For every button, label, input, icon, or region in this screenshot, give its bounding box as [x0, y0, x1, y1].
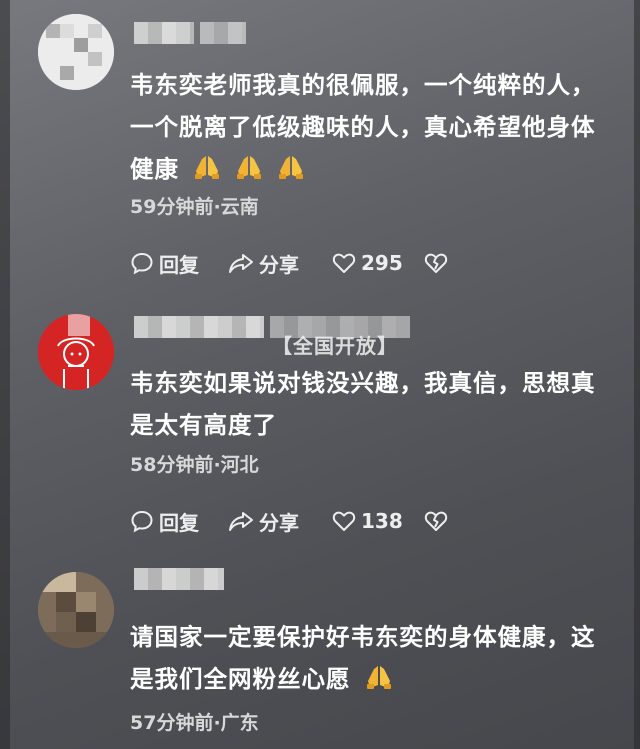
comment-3-meta: 57分钟前·广东 [130, 712, 259, 734]
comment-item-3: 请国家一定要保护好韦东奕的身体健康，这 是我们全网粉丝心愿 57分钟前·广东 [0, 560, 640, 749]
dislike-button[interactable] [424, 510, 448, 532]
reply-label: 回复 [159, 252, 199, 277]
share-button[interactable]: 分享 [228, 249, 332, 278]
reply-button[interactable]: 回复 [130, 507, 228, 536]
comment-1-actions: 回复 分享 295 [130, 248, 448, 278]
username-1-redacted[interactable] [134, 22, 194, 44]
comment-1-meta: 59分钟前·云南 [130, 196, 259, 218]
comment-1-text: 韦东奕老师我真的很佩服，一个纯粹的人， 一个脱离了低级趣味的人，真心希望他身体 … [130, 64, 610, 190]
reply-icon [131, 510, 153, 533]
praying-hands-emoji [279, 156, 303, 179]
share-icon [229, 512, 253, 531]
reply-label: 回复 [159, 510, 199, 535]
comment-1-line-3: 健康 [130, 148, 610, 190]
username-3-redacted[interactable] [134, 568, 224, 590]
praying-hands-emoji [237, 156, 261, 179]
share-label: 分享 [259, 252, 299, 277]
reply-icon [131, 252, 153, 275]
username-1-redacted-extra [200, 22, 246, 44]
like-count: 295 [361, 251, 403, 275]
avatar-3-image [38, 572, 114, 648]
share-icon [229, 254, 253, 273]
heart-icon [332, 511, 356, 531]
avatar-1-image [38, 14, 114, 90]
comment-2-line-1: 韦东奕如果说对钱没兴趣，我真信，思想真 [130, 369, 596, 397]
comment-3-text: 请国家一定要保护好韦东奕的身体健康，这 是我们全网粉丝心愿 [130, 616, 610, 700]
comment-item-1: 韦东奕老师我真的很佩服，一个纯粹的人， 一个脱离了低级趣味的人，真心希望他身体 … [0, 0, 640, 300]
share-button[interactable]: 分享 [228, 507, 332, 536]
comment-2-meta: 58分钟前·河北 [130, 454, 259, 476]
heart-icon [332, 253, 356, 273]
user-badge: 【全国开放】 [272, 334, 398, 358]
avatar-3[interactable] [38, 572, 114, 648]
comment-2-actions: 回复 分享 138 [130, 506, 448, 536]
comment-item-2: 【全国开放】 韦东奕如果说对钱没兴趣，我真信，思想真 是太有高度了 58分钟前·… [0, 300, 640, 560]
praying-hands-emoji [195, 156, 219, 179]
like-button[interactable]: 138 [332, 509, 424, 533]
like-count: 138 [361, 509, 403, 533]
comment-1-line-2: 一个脱离了低级趣味的人，真心希望他身体 [130, 113, 596, 141]
comment-2-text: 韦东奕如果说对钱没兴趣，我真信，思想真 是太有高度了 [130, 362, 610, 446]
comment-3-line-1: 请国家一定要保护好韦东奕的身体健康，这 [130, 623, 596, 651]
reply-button[interactable]: 回复 [130, 249, 228, 278]
avatar-2[interactable] [38, 314, 114, 390]
username-2-redacted[interactable] [134, 316, 264, 338]
broken-heart-icon [424, 511, 448, 531]
avatar-2-image [38, 314, 114, 390]
comment-3-line-2: 是我们全网粉丝心愿 [130, 658, 610, 700]
like-button[interactable]: 295 [332, 251, 424, 275]
share-label: 分享 [259, 510, 299, 535]
praying-hands-emoji [366, 666, 391, 689]
dislike-button[interactable] [424, 252, 448, 274]
comment-2-line-2: 是太有高度了 [130, 411, 277, 439]
broken-heart-icon [424, 253, 448, 273]
comment-1-line-1: 韦东奕老师我真的很佩服，一个纯粹的人， [130, 71, 596, 99]
avatar-1[interactable] [38, 14, 114, 90]
